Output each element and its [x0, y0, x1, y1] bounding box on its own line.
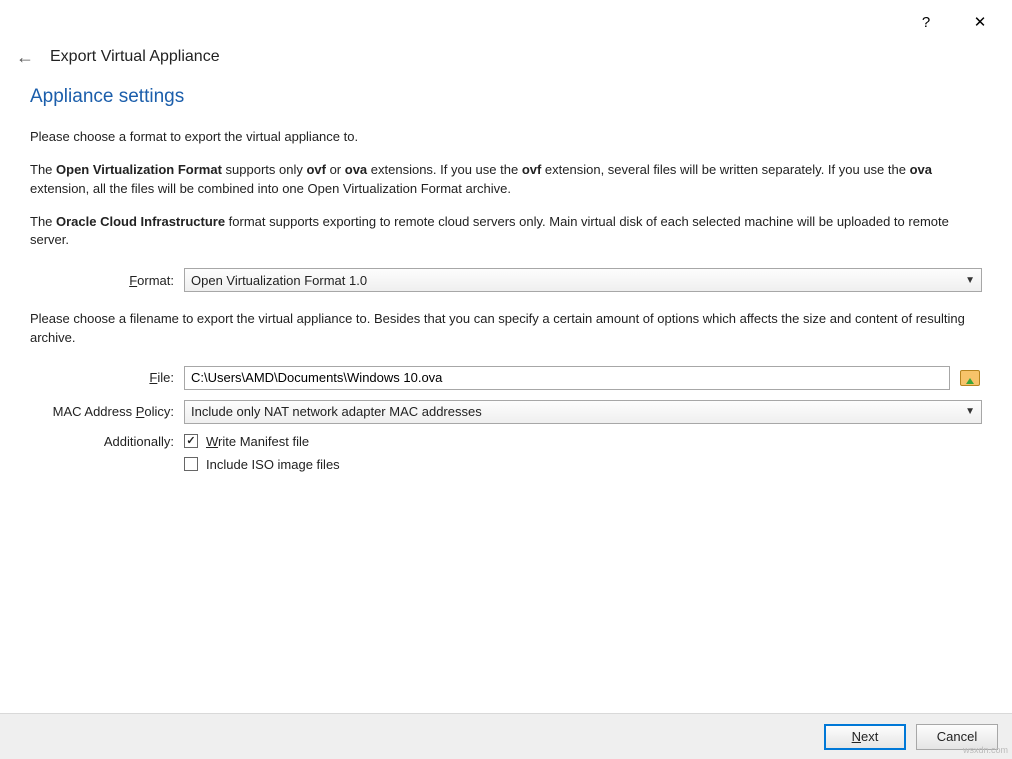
mac-value: Include only NAT network adapter MAC add…: [191, 404, 482, 419]
oci-desc: The Oracle Cloud Infrastructure format s…: [30, 213, 982, 251]
text-bold: Oracle Cloud Infrastructure: [56, 214, 225, 229]
mac-policy-combo[interactable]: Include only NAT network adapter MAC add…: [184, 400, 982, 424]
write-manifest-checkbox[interactable]: [184, 434, 198, 448]
format-combo[interactable]: Open Virtualization Format 1.0 ▼: [184, 268, 982, 292]
page-title: Export Virtual Appliance: [50, 48, 220, 66]
file-label: File:: [30, 370, 184, 385]
close-icon[interactable]: ✕: [968, 10, 992, 34]
next-button[interactable]: Next: [824, 724, 906, 750]
browse-button[interactable]: [958, 366, 982, 390]
help-icon[interactable]: ?: [914, 10, 938, 34]
text: extension, all the files will be combine…: [30, 181, 511, 196]
write-manifest-label: Write Manifest file: [206, 434, 309, 449]
chevron-down-icon: ▼: [965, 275, 975, 286]
text-bold: ovf: [306, 162, 326, 177]
additionally-label: Additionally:: [30, 434, 184, 449]
text-bold: Open Virtualization Format: [56, 162, 222, 177]
file-input[interactable]: [184, 366, 950, 390]
chevron-down-icon: ▼: [965, 406, 975, 417]
text: The: [30, 162, 56, 177]
format-label: Format:: [30, 273, 184, 288]
file-desc: Please choose a filename to export the v…: [30, 310, 982, 348]
text-bold: ova: [910, 162, 932, 177]
text: or: [326, 162, 345, 177]
section-heading: Appliance settings: [30, 86, 982, 108]
text: The: [30, 214, 56, 229]
watermark: wsxdn.com: [963, 745, 1008, 755]
ovf-desc: The Open Virtualization Format supports …: [30, 161, 982, 199]
format-value: Open Virtualization Format 1.0: [191, 273, 367, 288]
folder-icon: [960, 370, 980, 386]
text-bold: ovf: [522, 162, 542, 177]
text: extensions. If you use the: [367, 162, 522, 177]
mac-label: MAC Address Policy:: [30, 404, 184, 419]
text: extension, several files will be written…: [541, 162, 909, 177]
text: supports only: [222, 162, 307, 177]
include-iso-checkbox[interactable]: [184, 457, 198, 471]
include-iso-label: Include ISO image files: [206, 457, 340, 472]
intro-text: Please choose a format to export the vir…: [30, 128, 982, 147]
back-icon[interactable]: ←: [16, 48, 34, 66]
text-bold: ova: [345, 162, 367, 177]
